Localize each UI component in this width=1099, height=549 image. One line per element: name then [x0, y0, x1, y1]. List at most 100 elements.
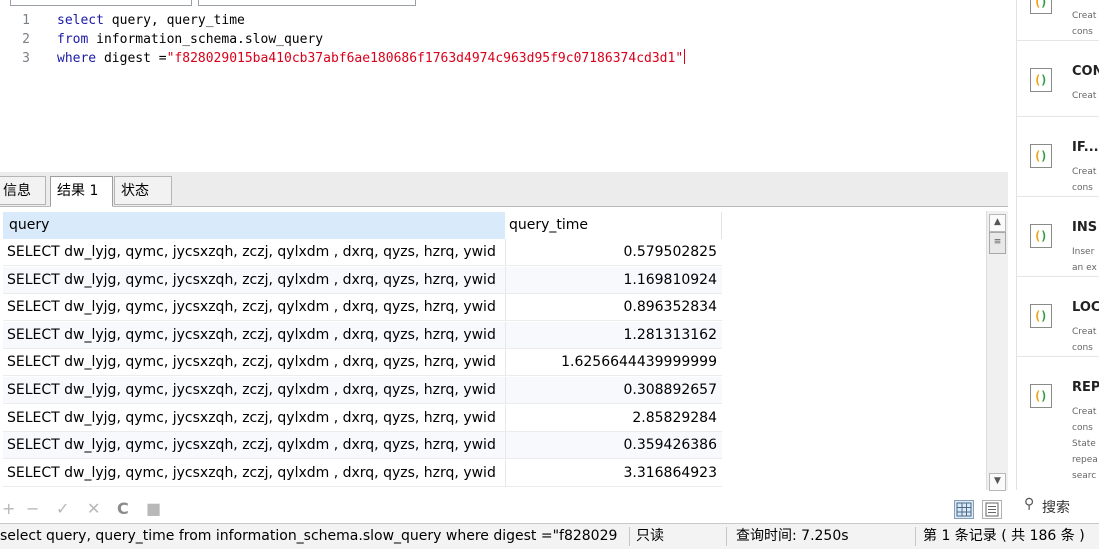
grid-view-button[interactable]: [954, 500, 974, 519]
text-caret: [684, 49, 686, 64]
snippet-item[interactable]: () LOC Creat cons: [1017, 276, 1099, 357]
snippet-description: Creat cons: [1072, 167, 1097, 193]
table-row[interactable]: SELECT dw_lyjg, qymc, jycsxzqh, zczj, qy…: [3, 432, 722, 460]
table-row[interactable]: SELECT dw_lyjg, qymc, jycsxzqh, zczj, qy…: [3, 459, 722, 487]
sql-token: information_schema.slow_query: [88, 32, 324, 47]
grid-toolbar: + − ✓ ✕ C ■: [0, 497, 1008, 523]
table-row[interactable]: SELECT dw_lyjg, qymc, jycsxzqh, zczj, qy…: [3, 294, 722, 322]
snippet-item[interactable]: () INS Inser an ex: [1017, 196, 1099, 277]
scroll-up-icon[interactable]: ▲: [989, 214, 1006, 232]
status-bar: select query, query_time from informatio…: [0, 523, 1099, 549]
cell-query-time[interactable]: 3.316864923: [505, 460, 717, 487]
cell-query-time[interactable]: 2.85829284: [505, 405, 717, 432]
table-row[interactable]: SELECT dw_lyjg, qymc, jycsxzqh, zczj, qy…: [3, 321, 722, 349]
cell-query[interactable]: SELECT dw_lyjg, qymc, jycsxzqh, zczj, qy…: [7, 322, 505, 349]
result-tabbar: 信息 结果 1 状态: [0, 172, 1008, 207]
snippet-item[interactable]: () IF...I Creat cons: [1017, 116, 1099, 197]
table-row[interactable]: SELECT dw_lyjg, qymc, jycsxzqh, zczj, qy…: [3, 377, 722, 404]
cell-query[interactable]: SELECT dw_lyjg, qymc, jycsxzqh, zczj, qy…: [7, 239, 505, 266]
column-header-query[interactable]: query: [3, 212, 505, 239]
sql-keyword: select: [57, 13, 104, 28]
sql-editor[interactable]: 1 select query, query_time 2 from informati…: [0, 0, 1008, 170]
scroll-thumb[interactable]: ≡: [989, 232, 1006, 254]
snippet-panel: () Creat cons () CON Creat () IF...I Creat cons…: [1016, 0, 1099, 490]
tab-result-1[interactable]: 结果 1: [50, 176, 113, 207]
tab-status[interactable]: 状态: [114, 176, 172, 205]
snippet-description: Creat cons: [1072, 11, 1097, 37]
refresh-button[interactable]: C: [117, 499, 129, 518]
snippet-title: INS: [1072, 220, 1098, 235]
apply-changes-button[interactable]: ✓: [56, 499, 69, 518]
cell-query[interactable]: SELECT dw_lyjg, qymc, jycsxzqh, zczj, qy…: [7, 377, 505, 404]
snippet-search[interactable]: ⚲ 搜索: [1016, 490, 1099, 522]
snippet-icon: (): [1030, 144, 1052, 168]
snippet-description: Creat cons: [1072, 327, 1097, 353]
line-number: 3: [22, 51, 30, 66]
cell-query[interactable]: SELECT dw_lyjg, qymc, jycsxzqh, zczj, qy…: [7, 432, 505, 459]
form-view-button[interactable]: [982, 500, 1002, 519]
result-grid[interactable]: query query_time SELECT dw_lyjg, qymc, j…: [0, 207, 984, 490]
snippet-description: Creat: [1072, 91, 1097, 101]
snippet-icon: (): [1030, 224, 1052, 248]
snippet-icon: (): [1030, 304, 1052, 328]
code-text[interactable]: where digest ="f828029015ba410cb37abf6ae…: [57, 49, 686, 68]
cell-query[interactable]: SELECT dw_lyjg, qymc, jycsxzqh, zczj, qy…: [7, 267, 505, 294]
cell-query-time[interactable]: 1.281313162: [505, 322, 717, 349]
snippet-description: Creat cons State repea searc: [1072, 407, 1098, 481]
cell-query-time[interactable]: 0.579502825: [505, 239, 717, 266]
discard-changes-button[interactable]: ✕: [87, 499, 100, 518]
cell-query-time[interactable]: 0.308892657: [505, 377, 717, 404]
table-row[interactable]: SELECT dw_lyjg, qymc, jycsxzqh, zczj, qy…: [3, 404, 722, 432]
line-number: 2: [22, 32, 30, 47]
grid-view-icon: [956, 502, 972, 517]
cell-query-time[interactable]: 1.6256644439999999: [505, 349, 717, 376]
snippet-icon: (): [1030, 68, 1052, 92]
status-readonly: 只读: [636, 528, 664, 544]
status-record-count: 第 1 条记录 ( 共 186 条 ): [923, 528, 1085, 544]
stop-button[interactable]: ■: [146, 499, 161, 518]
status-query-time: 查询时间: 7.250s: [736, 528, 849, 544]
code-text[interactable]: from information_schema.slow_query: [57, 30, 323, 49]
editor-tab[interactable]: [198, 0, 416, 6]
sql-token: digest =: [96, 51, 167, 66]
code-text[interactable]: select query, query_time: [57, 11, 245, 30]
table-row[interactable]: SELECT dw_lyjg, qymc, jycsxzqh, zczj, qy…: [3, 239, 722, 266]
sql-token: query, query_time: [103, 13, 245, 28]
editor-tab[interactable]: [10, 0, 192, 6]
cell-query[interactable]: SELECT dw_lyjg, qymc, jycsxzqh, zczj, qy…: [7, 405, 505, 432]
snippet-title: REP: [1072, 380, 1099, 395]
status-divider: [629, 527, 630, 546]
cell-query[interactable]: SELECT dw_lyjg, qymc, jycsxzqh, zczj, qy…: [7, 349, 505, 376]
search-icon: ⚲: [1024, 496, 1035, 512]
cell-query-time[interactable]: 0.896352834: [505, 294, 717, 321]
delete-record-button[interactable]: −: [26, 499, 39, 518]
table-row[interactable]: SELECT dw_lyjg, qymc, jycsxzqh, zczj, qy…: [3, 266, 722, 294]
cell-query[interactable]: SELECT dw_lyjg, qymc, jycsxzqh, zczj, qy…: [7, 294, 505, 321]
cell-query[interactable]: SELECT dw_lyjg, qymc, jycsxzqh, zczj, qy…: [7, 460, 505, 487]
grid-vertical-scrollbar[interactable]: ▲ ≡ ▼: [986, 211, 1008, 491]
sql-keyword: from: [57, 32, 89, 47]
search-label: 搜索: [1042, 500, 1070, 516]
status-sql: select query, query_time from informatio…: [0, 528, 618, 544]
column-header-query-time[interactable]: query_time: [505, 212, 722, 239]
snippet-description: Inser an ex: [1072, 247, 1097, 273]
sql-keyword: where: [57, 51, 97, 66]
status-divider: [726, 527, 727, 546]
snippet-icon: (): [1030, 384, 1052, 408]
tab-info[interactable]: 信息: [0, 176, 46, 205]
add-record-button[interactable]: +: [2, 499, 15, 518]
cell-query-time[interactable]: 0.359426386: [505, 432, 717, 459]
cell-query-time[interactable]: 1.169810924: [505, 267, 717, 294]
snippet-title: IF...I: [1072, 140, 1099, 155]
status-divider: [915, 527, 916, 546]
sql-string: "f828029015ba410cb37abf6ae180686f1763d49…: [166, 51, 684, 66]
snippet-item[interactable]: () CON Creat: [1017, 40, 1099, 117]
snippet-item[interactable]: () Creat cons: [1017, 0, 1099, 41]
snippet-title: CON: [1072, 64, 1099, 79]
form-view-icon: [985, 502, 999, 517]
snippet-title: LOC: [1072, 300, 1099, 315]
scroll-down-icon[interactable]: ▼: [989, 473, 1006, 491]
snippet-item[interactable]: () REP Creat cons State repea searc: [1017, 356, 1099, 490]
table-row[interactable]: SELECT dw_lyjg, qymc, jycsxzqh, zczj, qy…: [3, 349, 722, 377]
snippet-icon: (): [1030, 0, 1052, 14]
